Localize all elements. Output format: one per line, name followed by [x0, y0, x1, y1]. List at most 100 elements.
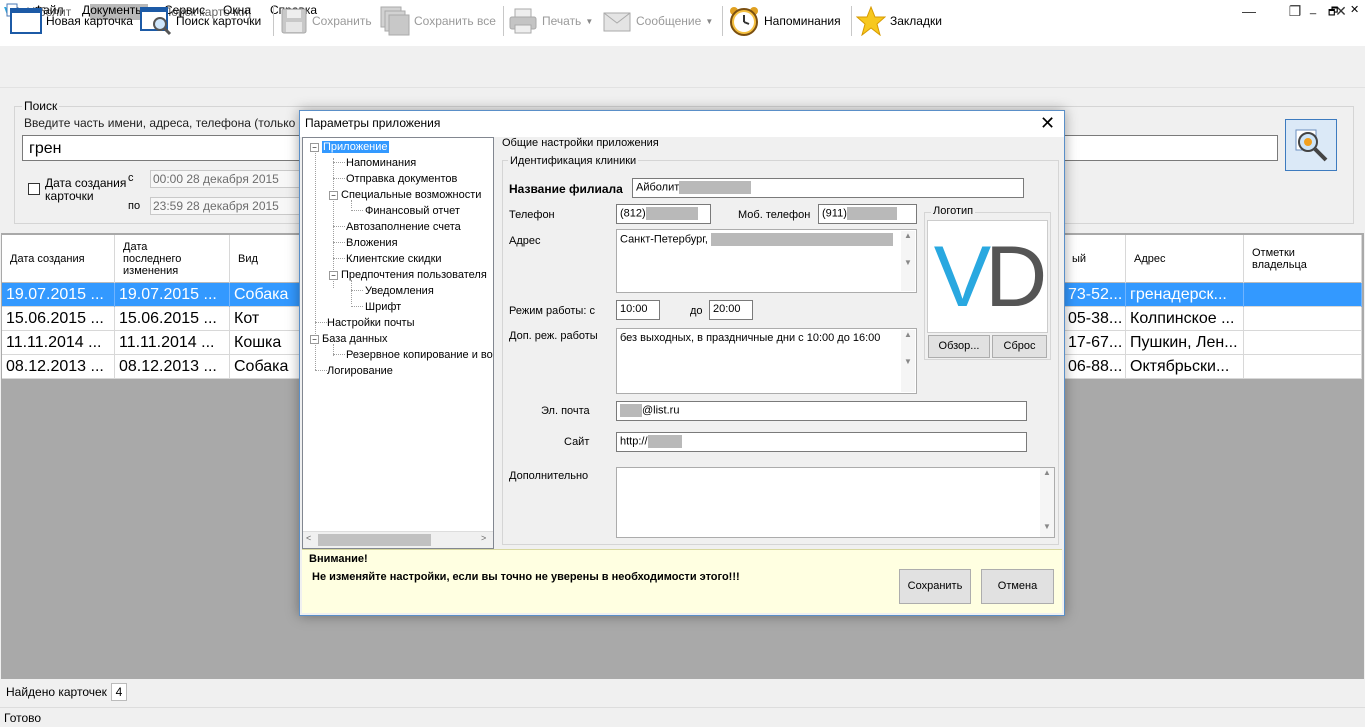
tree-node-backup[interactable]: Резервное копирование и во — [346, 348, 493, 362]
extra-hours-textarea[interactable]: без выходных, в праздничные дни с 10:00 … — [616, 328, 917, 394]
tree-node-accessibility[interactable]: − Специальные возможности — [329, 188, 481, 202]
status-text: Готово — [4, 711, 42, 725]
cell-phone: 06-88... — [1064, 355, 1126, 379]
cell-owner-notes — [1244, 331, 1362, 355]
tree-node-reminders[interactable]: Напоминания — [346, 156, 416, 170]
cell-owner-notes — [1244, 355, 1362, 379]
search-button[interactable] — [1285, 119, 1337, 171]
textarea-scrollbar[interactable]: ▲ ▼ — [901, 231, 915, 291]
scroll-left-icon[interactable]: < — [306, 533, 311, 543]
column-header-modified[interactable]: Дата последнего изменения — [115, 235, 230, 283]
print-button[interactable]: Печать ▼ — [508, 3, 593, 39]
tree-node-attachments[interactable]: Вложения — [346, 236, 398, 250]
mobile-phone-input[interactable]: (911) — [818, 204, 917, 224]
dialog-save-button[interactable]: Сохранить — [899, 569, 971, 604]
search-card-icon — [140, 7, 172, 36]
textarea-scrollbar[interactable]: ▲ ▼ — [1040, 468, 1054, 537]
message-label: Сообщение — [636, 14, 702, 28]
tree-node-database[interactable]: − База данных — [310, 332, 388, 346]
hours-from-input[interactable]: 10:00 — [616, 300, 660, 320]
redacted-block — [679, 181, 752, 194]
column-header-owner-notes[interactable]: Отметки владельца — [1244, 235, 1362, 283]
tree-node-app[interactable]: − Приложение — [310, 140, 389, 154]
tree-node-user-prefs[interactable]: − Предпочтения пользователя — [329, 268, 487, 282]
branch-name-input[interactable]: Айболит — [632, 178, 1024, 198]
alarm-clock-icon — [730, 7, 758, 36]
message-button[interactable]: Сообщение ▼ — [602, 3, 713, 39]
scroll-right-icon[interactable]: > — [481, 533, 486, 543]
site-input[interactable]: http:// — [616, 432, 1027, 452]
save-all-button[interactable]: Сохранить все — [380, 3, 496, 39]
date-from-picker[interactable]: 00:00 28 декабря 2015 — [150, 170, 302, 188]
column-header-phone[interactable]: ый — [1064, 235, 1126, 283]
tree-node-discounts[interactable]: Клиентские скидки — [346, 252, 442, 266]
redacted-block — [620, 404, 642, 417]
warning-text: Не изменяйте настройки, если вы точно не… — [312, 571, 740, 583]
new-card-button[interactable]: Новая карточка — [10, 3, 133, 39]
additional-label: Дополнительно — [509, 470, 589, 482]
cell-address: Пушкин, Лен... — [1126, 331, 1244, 355]
column-header-created[interactable]: Дата создания — [2, 235, 115, 283]
cell-phone: 05-38... — [1064, 307, 1126, 331]
found-count: 4 — [111, 683, 127, 701]
logo-image: VD — [927, 220, 1048, 333]
found-label: Найдено карточек — [6, 685, 107, 699]
tree-node-autofill[interactable]: Автозаполнение счета — [346, 220, 461, 234]
cell-phone: 17-67... — [1064, 331, 1126, 355]
hours-to-input[interactable]: 20:00 — [709, 300, 753, 320]
cell-kind: Кошка — [230, 331, 300, 355]
cell-kind: Собака — [230, 355, 300, 379]
tree-node-send-docs[interactable]: Отправка документов — [346, 172, 457, 186]
tree-node-font[interactable]: Шрифт — [365, 300, 401, 314]
chevron-down-icon: ▼ — [585, 16, 594, 26]
reminders-button[interactable]: Напоминания — [728, 3, 841, 39]
bookmarks-button[interactable]: Закладки — [856, 3, 942, 39]
status-bar — [0, 707, 1365, 727]
email-input[interactable]: @list.ru — [616, 401, 1027, 421]
to-label: по — [128, 200, 141, 212]
hours-label: Режим работы: с — [509, 305, 595, 317]
settings-tree[interactable]: − Приложение Напоминания Отправка докумен… — [302, 137, 494, 549]
printer-icon — [509, 8, 537, 34]
cell-modified: 08.12.2013 ... — [115, 355, 230, 379]
save-all-icon — [380, 6, 410, 36]
mdi-restore-button[interactable]: 🗗 — [1328, 3, 1338, 22]
dialog-close-button[interactable]: ✕ — [1040, 114, 1055, 132]
tree-node-notifications[interactable]: Уведомления — [365, 284, 434, 298]
textarea-scrollbar[interactable]: ▲ ▼ — [901, 330, 915, 392]
collapse-icon: − — [310, 334, 319, 344]
tree-node-financial[interactable]: Финансовый отчет — [365, 204, 460, 218]
redacted-block — [645, 207, 698, 220]
mdi-minimize-button[interactable]: _ — [1310, 3, 1316, 15]
save-label: Сохранить — [312, 14, 372, 28]
date-to-picker[interactable]: 23:59 28 декабря 2015 — [150, 197, 302, 215]
print-label: Печать — [542, 14, 582, 28]
redacted-block — [647, 435, 682, 448]
address-textarea[interactable]: Санкт-Петербург, ▲ ▼ — [616, 229, 917, 293]
cell-modified: 19.07.2015 ... — [115, 283, 230, 307]
column-header-address[interactable]: Адрес — [1126, 235, 1244, 283]
phone-input[interactable]: (812) — [616, 204, 711, 224]
mdi-close-button[interactable]: ✕ — [1350, 3, 1359, 16]
cell-owner-notes — [1244, 307, 1362, 331]
search-card-button[interactable]: Поиск карточки — [140, 3, 261, 39]
dialog-cancel-button[interactable]: Отмена — [981, 569, 1054, 604]
tree-scroll-thumb[interactable] — [318, 534, 431, 546]
address-label: Адрес — [509, 235, 541, 247]
column-header-kind[interactable]: Вид — [230, 235, 300, 283]
date-created-checkbox[interactable] — [28, 183, 40, 195]
tree-node-logging[interactable]: Логирование — [327, 364, 393, 378]
reset-button[interactable]: Сброс — [992, 335, 1047, 358]
tree-node-mail[interactable]: Настройки почты — [327, 316, 415, 330]
hours-to-label: до — [690, 305, 703, 317]
additional-textarea[interactable] — [616, 467, 1055, 538]
cell-created: 08.12.2013 ... — [2, 355, 115, 379]
reminders-label: Напоминания — [764, 14, 841, 28]
browse-button[interactable]: Обзор... — [928, 335, 990, 358]
save-button[interactable]: Сохранить — [280, 3, 372, 39]
cell-address: Октябрьски... — [1126, 355, 1244, 379]
bookmarks-label: Закладки — [890, 14, 942, 28]
date-created-label: Дата создания карточки — [45, 176, 127, 203]
cell-kind: Собака — [230, 283, 300, 307]
minimize-button[interactable]: — — [1226, 0, 1272, 24]
